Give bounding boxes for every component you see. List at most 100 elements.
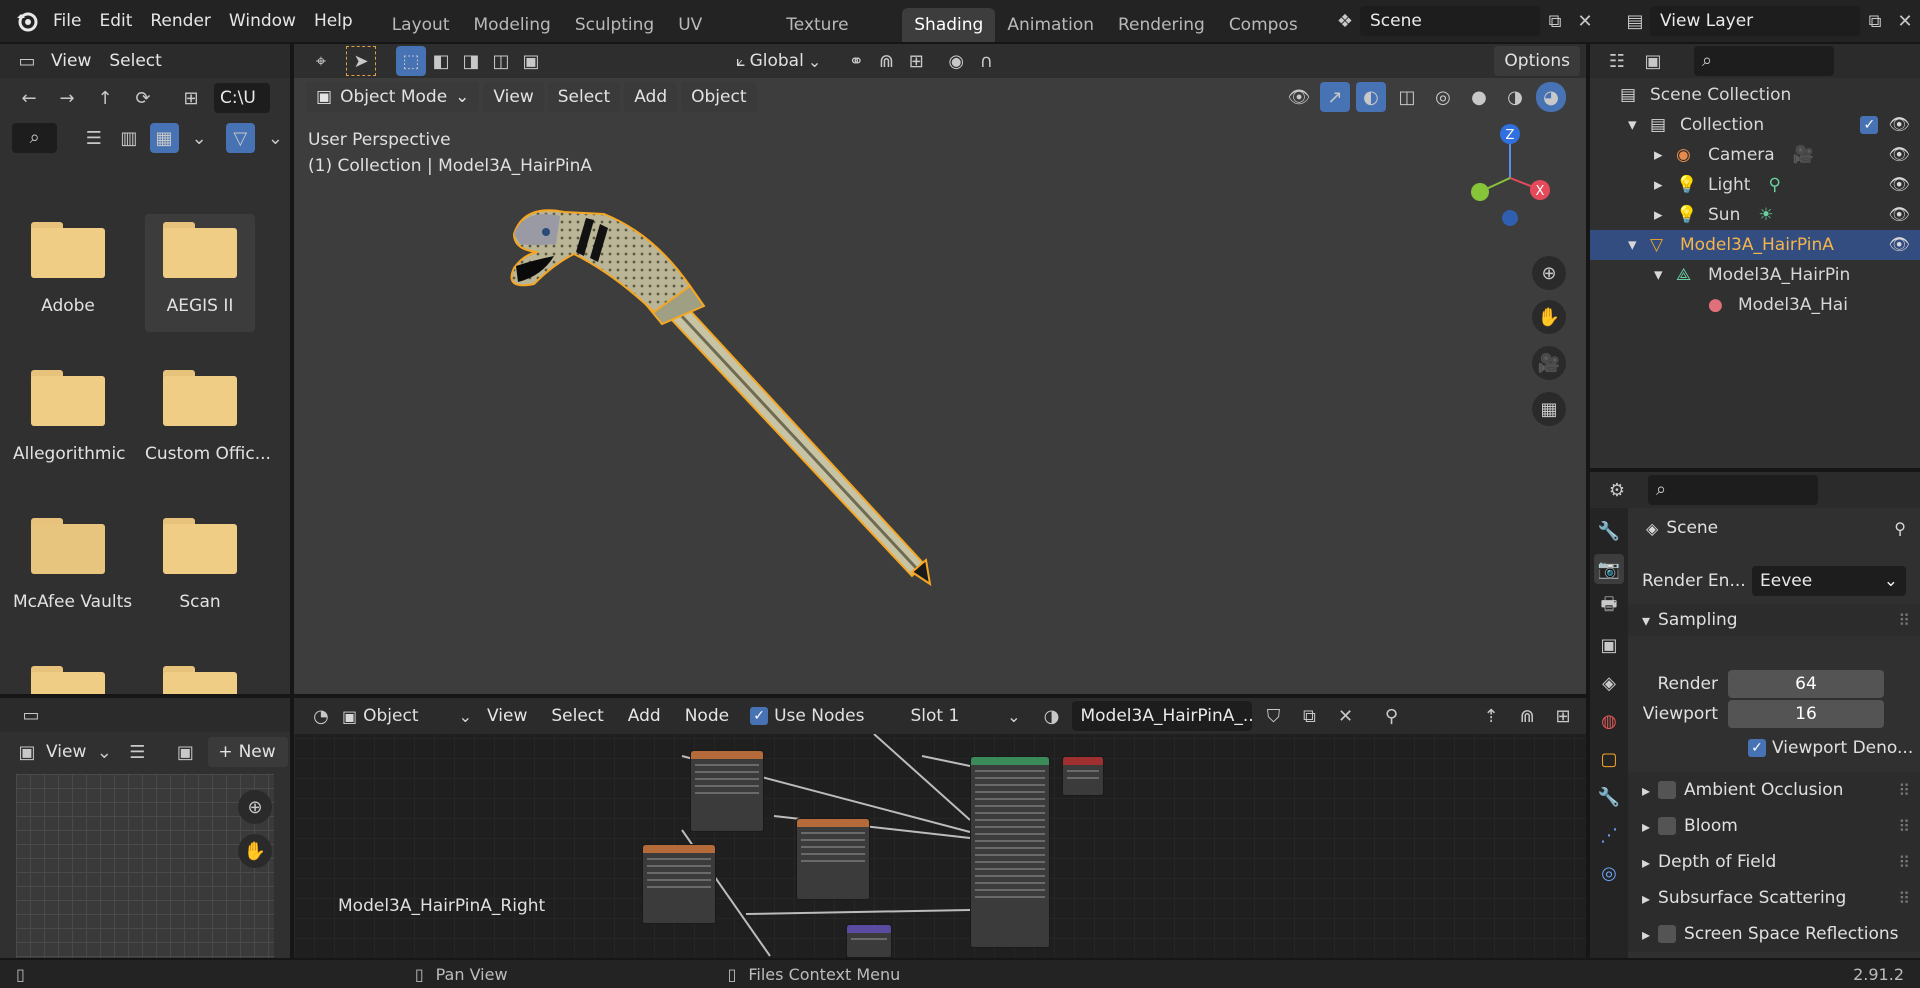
view-layer-icon[interactable]: ▤ bbox=[1620, 6, 1650, 36]
snap-node-grid-icon[interactable]: ⊞ bbox=[1548, 701, 1578, 731]
outliner-row-camera[interactable]: ▸ ◉ Camera 🎥 👁 bbox=[1590, 140, 1920, 170]
refresh-icon[interactable]: ⟳ bbox=[128, 83, 158, 113]
extend-select-icon[interactable]: ◧ bbox=[426, 46, 456, 76]
tab-layout[interactable]: Layout bbox=[380, 8, 462, 42]
visibility-eye-icon[interactable]: 👁 bbox=[1888, 235, 1910, 255]
outliner-row-light[interactable]: ▸ 💡 Light ⚲ 👁 bbox=[1590, 170, 1920, 200]
editor-type-icon[interactable]: ⌖ bbox=[306, 46, 336, 76]
tab-compositing[interactable]: Compos bbox=[1217, 8, 1310, 42]
image-browse-icon[interactable]: ▣ bbox=[170, 737, 200, 767]
view-layer-tab-icon[interactable]: ▣ bbox=[1594, 630, 1624, 660]
drag-handle-icon[interactable]: ⠿ bbox=[1898, 781, 1910, 800]
overlay-toggle-icon[interactable]: ◐ bbox=[1356, 82, 1386, 112]
view-layer-field[interactable]: View Layer bbox=[1650, 6, 1860, 36]
delete-scene-icon[interactable]: ✕ bbox=[1570, 6, 1600, 36]
outliner-row-material[interactable]: ● Model3A_Hai bbox=[1590, 290, 1920, 320]
visibility-eye-icon[interactable]: 👁 bbox=[1888, 175, 1910, 195]
select-tool-icon[interactable]: ➤ bbox=[346, 46, 376, 76]
tab-uv-editing[interactable]: UV Editing bbox=[666, 8, 774, 42]
navigation-gizmo[interactable]: Z X bbox=[1460, 108, 1560, 228]
modifier-tab-icon[interactable]: 🔧 bbox=[1594, 782, 1624, 812]
delete-view-layer-icon[interactable]: ✕ bbox=[1890, 6, 1920, 36]
tool-tab-icon[interactable]: 🔧 bbox=[1594, 516, 1624, 546]
forward-icon[interactable]: → bbox=[52, 83, 82, 113]
image-texture-node[interactable] bbox=[642, 844, 716, 924]
scene-icon[interactable]: ❖ bbox=[1330, 6, 1360, 36]
drag-handle-icon[interactable]: ⠿ bbox=[1898, 611, 1910, 630]
viewport-denoise-checkbox[interactable]: ✓ bbox=[1748, 739, 1766, 757]
menu-render[interactable]: Render bbox=[141, 0, 220, 42]
unlink-material-icon[interactable]: ✕ bbox=[1330, 701, 1360, 731]
image-texture-node[interactable] bbox=[690, 750, 764, 832]
outliner-row-model3a-hairpina[interactable]: ▾ ▽ Model3A_HairPinA 👁 bbox=[1590, 230, 1920, 260]
xray-icon[interactable]: ◫ bbox=[1392, 82, 1422, 112]
tab-modeling[interactable]: Modeling bbox=[462, 8, 563, 42]
viewport-samples-field[interactable]: 16 bbox=[1728, 700, 1884, 728]
zoom-icon[interactable]: ⊕ bbox=[1532, 256, 1566, 290]
outliner-row-mesh-data[interactable]: ▾ ⟁ Model3A_HairPin bbox=[1590, 260, 1920, 290]
duplicate-material-icon[interactable]: ⧉ bbox=[1294, 701, 1324, 731]
pan-hand-icon[interactable]: ✋ bbox=[1532, 300, 1566, 334]
expand-chevron-down-icon[interactable]: ▾ bbox=[1628, 115, 1644, 135]
falloff-icon[interactable]: ∩ bbox=[971, 46, 1001, 76]
image-texture-node[interactable] bbox=[796, 818, 870, 900]
wireframe-shading-icon[interactable]: ◎ bbox=[1428, 82, 1458, 112]
ssr-checkbox[interactable] bbox=[1658, 925, 1677, 943]
drag-handle-icon[interactable]: ⠿ bbox=[1898, 853, 1910, 872]
expand-chevron-down-icon[interactable]: ▾ bbox=[1654, 265, 1670, 285]
new-scene-icon[interactable]: ⧉ bbox=[1540, 6, 1570, 36]
new-folder-icon[interactable]: ⊞ bbox=[176, 83, 206, 113]
viewport-denoise-row[interactable]: ✓ Viewport Deno... bbox=[1748, 738, 1913, 758]
use-nodes-checkbox[interactable]: ✓ bbox=[750, 707, 769, 725]
transform-orientation[interactable]: ⟀ Global ⌄ bbox=[736, 51, 821, 71]
intersect-select-icon[interactable]: ▣ bbox=[516, 46, 546, 76]
scene-name-field[interactable]: Scene bbox=[1360, 6, 1540, 36]
menu-file[interactable]: File bbox=[44, 0, 90, 42]
folder-item[interactable]: Allegorithmic bbox=[13, 370, 126, 464]
snap-grid-icon[interactable]: ⊞ bbox=[901, 46, 931, 76]
sampling-panel-header[interactable]: ▾ Sampling ⠿ bbox=[1628, 604, 1920, 636]
scene-tab-icon[interactable]: ◈ bbox=[1594, 668, 1624, 698]
options-button[interactable]: Options bbox=[1494, 46, 1580, 76]
search-icon[interactable]: ⌕ bbox=[12, 123, 58, 153]
outliner-search-icon[interactable]: ⌕ bbox=[1694, 46, 1834, 76]
collection-exclude-checkbox[interactable]: ✓ bbox=[1860, 116, 1879, 134]
expand-chevron-down-icon[interactable]: ▾ bbox=[1628, 235, 1644, 255]
drag-handle-icon[interactable]: ⠿ bbox=[1898, 889, 1910, 908]
blender-logo-icon[interactable] bbox=[10, 6, 44, 36]
viewport-menu-add[interactable]: Add bbox=[624, 82, 678, 112]
zoom-icon[interactable]: ⊕ bbox=[238, 790, 272, 824]
editor-type-icon[interactable]: ⚙ bbox=[1602, 475, 1632, 505]
proportional-edit-icon[interactable]: ◉ bbox=[941, 46, 971, 76]
outliner-row-scene-collection[interactable]: ▤ Scene Collection bbox=[1590, 80, 1920, 110]
visibility-eye-icon[interactable]: 👁 bbox=[1888, 145, 1910, 165]
node-menu-add[interactable]: Add bbox=[619, 698, 670, 734]
output-tab-icon[interactable]: 🖶 bbox=[1594, 592, 1624, 622]
view-chevron-down-icon[interactable]: ⌄ bbox=[94, 737, 114, 767]
outliner-row-sun[interactable]: ▸ 💡 Sun ☀ 👁 bbox=[1590, 200, 1920, 230]
subtract-select-icon[interactable]: ◨ bbox=[456, 46, 486, 76]
path-field[interactable]: C:\U bbox=[214, 83, 270, 113]
drag-handle-icon[interactable]: ⠿ bbox=[1898, 817, 1910, 836]
viewport-menu-object[interactable]: Object bbox=[681, 82, 757, 112]
editor-type-icon[interactable]: ☷ bbox=[1602, 46, 1632, 76]
select-box-icon[interactable]: ⬚ bbox=[396, 46, 426, 76]
physics-tab-icon[interactable]: ◎ bbox=[1594, 858, 1624, 888]
bloom-checkbox[interactable] bbox=[1658, 817, 1677, 835]
expand-chevron-right-icon[interactable]: ▸ bbox=[1654, 145, 1670, 165]
sort-chevron-down-icon[interactable]: ⌄ bbox=[185, 123, 214, 153]
subsurface-scattering-panel[interactable]: ▸ Subsurface Scattering ⠿ bbox=[1628, 880, 1920, 916]
pin-icon[interactable]: ⚲ bbox=[1894, 519, 1906, 538]
image-canvas[interactable] bbox=[16, 774, 274, 958]
bloom-panel[interactable]: ▸ Bloom ⠿ bbox=[1628, 808, 1920, 844]
material-name-field[interactable]: Model3A_HairPinA_... bbox=[1072, 701, 1253, 731]
shader-node-editor[interactable]: ◔ ▣ Object ⌄ View Select Add Node ✓ Use … bbox=[294, 698, 1586, 958]
back-icon[interactable]: ← bbox=[14, 83, 44, 113]
filter-icon[interactable]: ▽ bbox=[225, 123, 255, 153]
properties-search-icon[interactable]: ⌕ bbox=[1648, 475, 1818, 505]
file-browser-menu-select[interactable]: Select bbox=[100, 44, 170, 78]
3d-viewport[interactable]: ⌖ ➤ ⬚ ◧ ◨ ◫ ▣ ⟀ Global ⌄ ⚭ ⋒ ⊞ ◉ ∩ Optio… bbox=[294, 44, 1586, 694]
image-editor-type-icon[interactable]: ▭ bbox=[16, 700, 46, 730]
parent-node-icon[interactable]: ⇡ bbox=[1476, 701, 1506, 731]
material-browse-icon[interactable]: ◑ bbox=[1036, 701, 1066, 731]
